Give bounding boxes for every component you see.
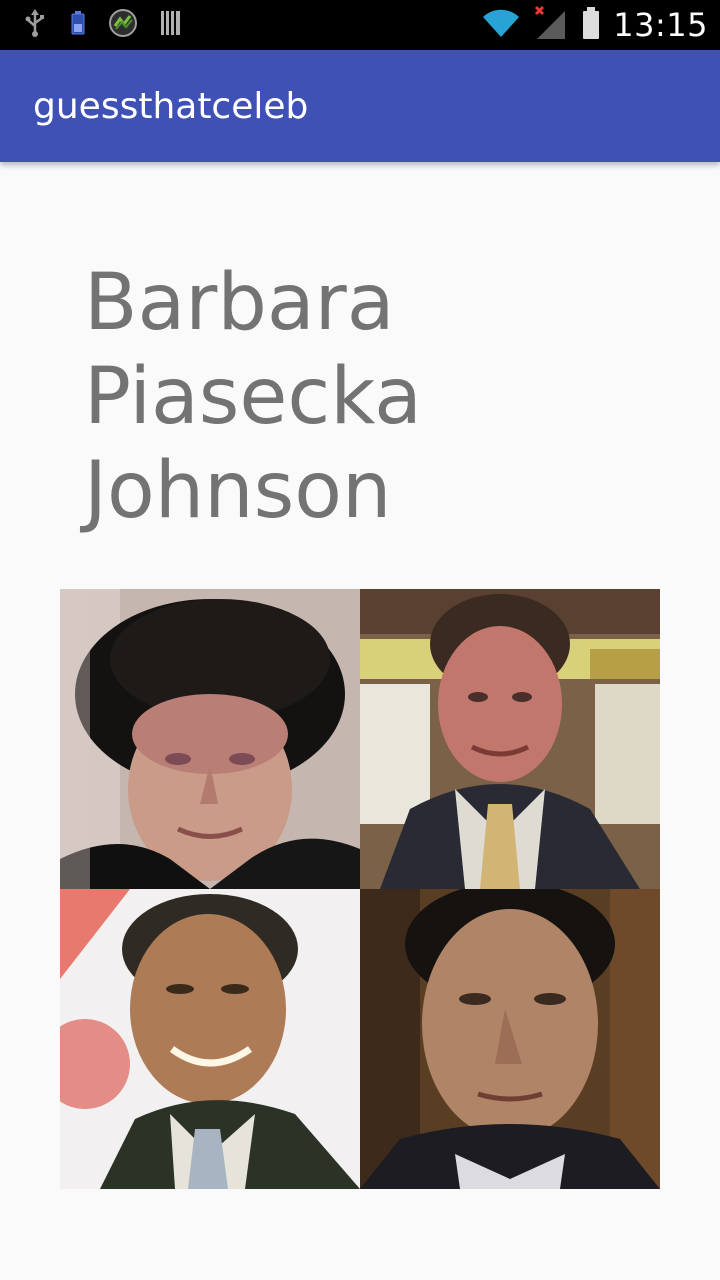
app-title: guessthatceleb <box>33 86 309 127</box>
usb-icon <box>22 8 48 42</box>
choice-image-2[interactable] <box>360 589 660 889</box>
choice-image-4[interactable] <box>360 889 660 1189</box>
app-bar: guessthatceleb <box>0 50 720 162</box>
signal-off-icon <box>533 5 569 45</box>
celebrity-name-question: Barbara Piasecka Johnson <box>84 258 422 536</box>
sync-app-icon <box>108 8 138 42</box>
choices-grid <box>60 589 660 1189</box>
barcode-icon <box>160 9 182 41</box>
choice-image-3[interactable] <box>60 889 360 1189</box>
battery-small-icon <box>70 10 86 40</box>
choice-image-1[interactable] <box>60 589 360 889</box>
wifi-icon <box>481 7 521 43</box>
status-time: 13:15 <box>613 6 708 44</box>
status-bar: 13:15 <box>0 0 720 50</box>
battery-icon <box>581 6 601 44</box>
